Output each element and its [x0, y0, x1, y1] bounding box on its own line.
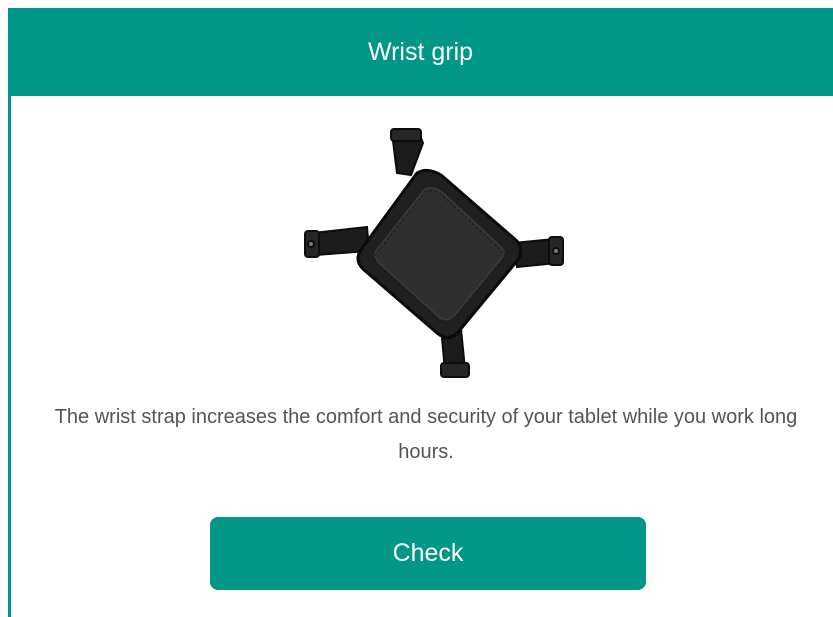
wrist-grip-product-image — [304, 128, 564, 378]
card-title: Wrist grip — [367, 37, 474, 66]
product-card: Wrist grip The wrist strap increases the… — [8, 8, 833, 617]
check-button[interactable]: Check — [210, 517, 646, 590]
product-description: The wrist strap increases the comfort an… — [54, 406, 798, 463]
card-header: Wrist grip — [8, 8, 833, 96]
check-button-label: Check — [392, 539, 464, 567]
